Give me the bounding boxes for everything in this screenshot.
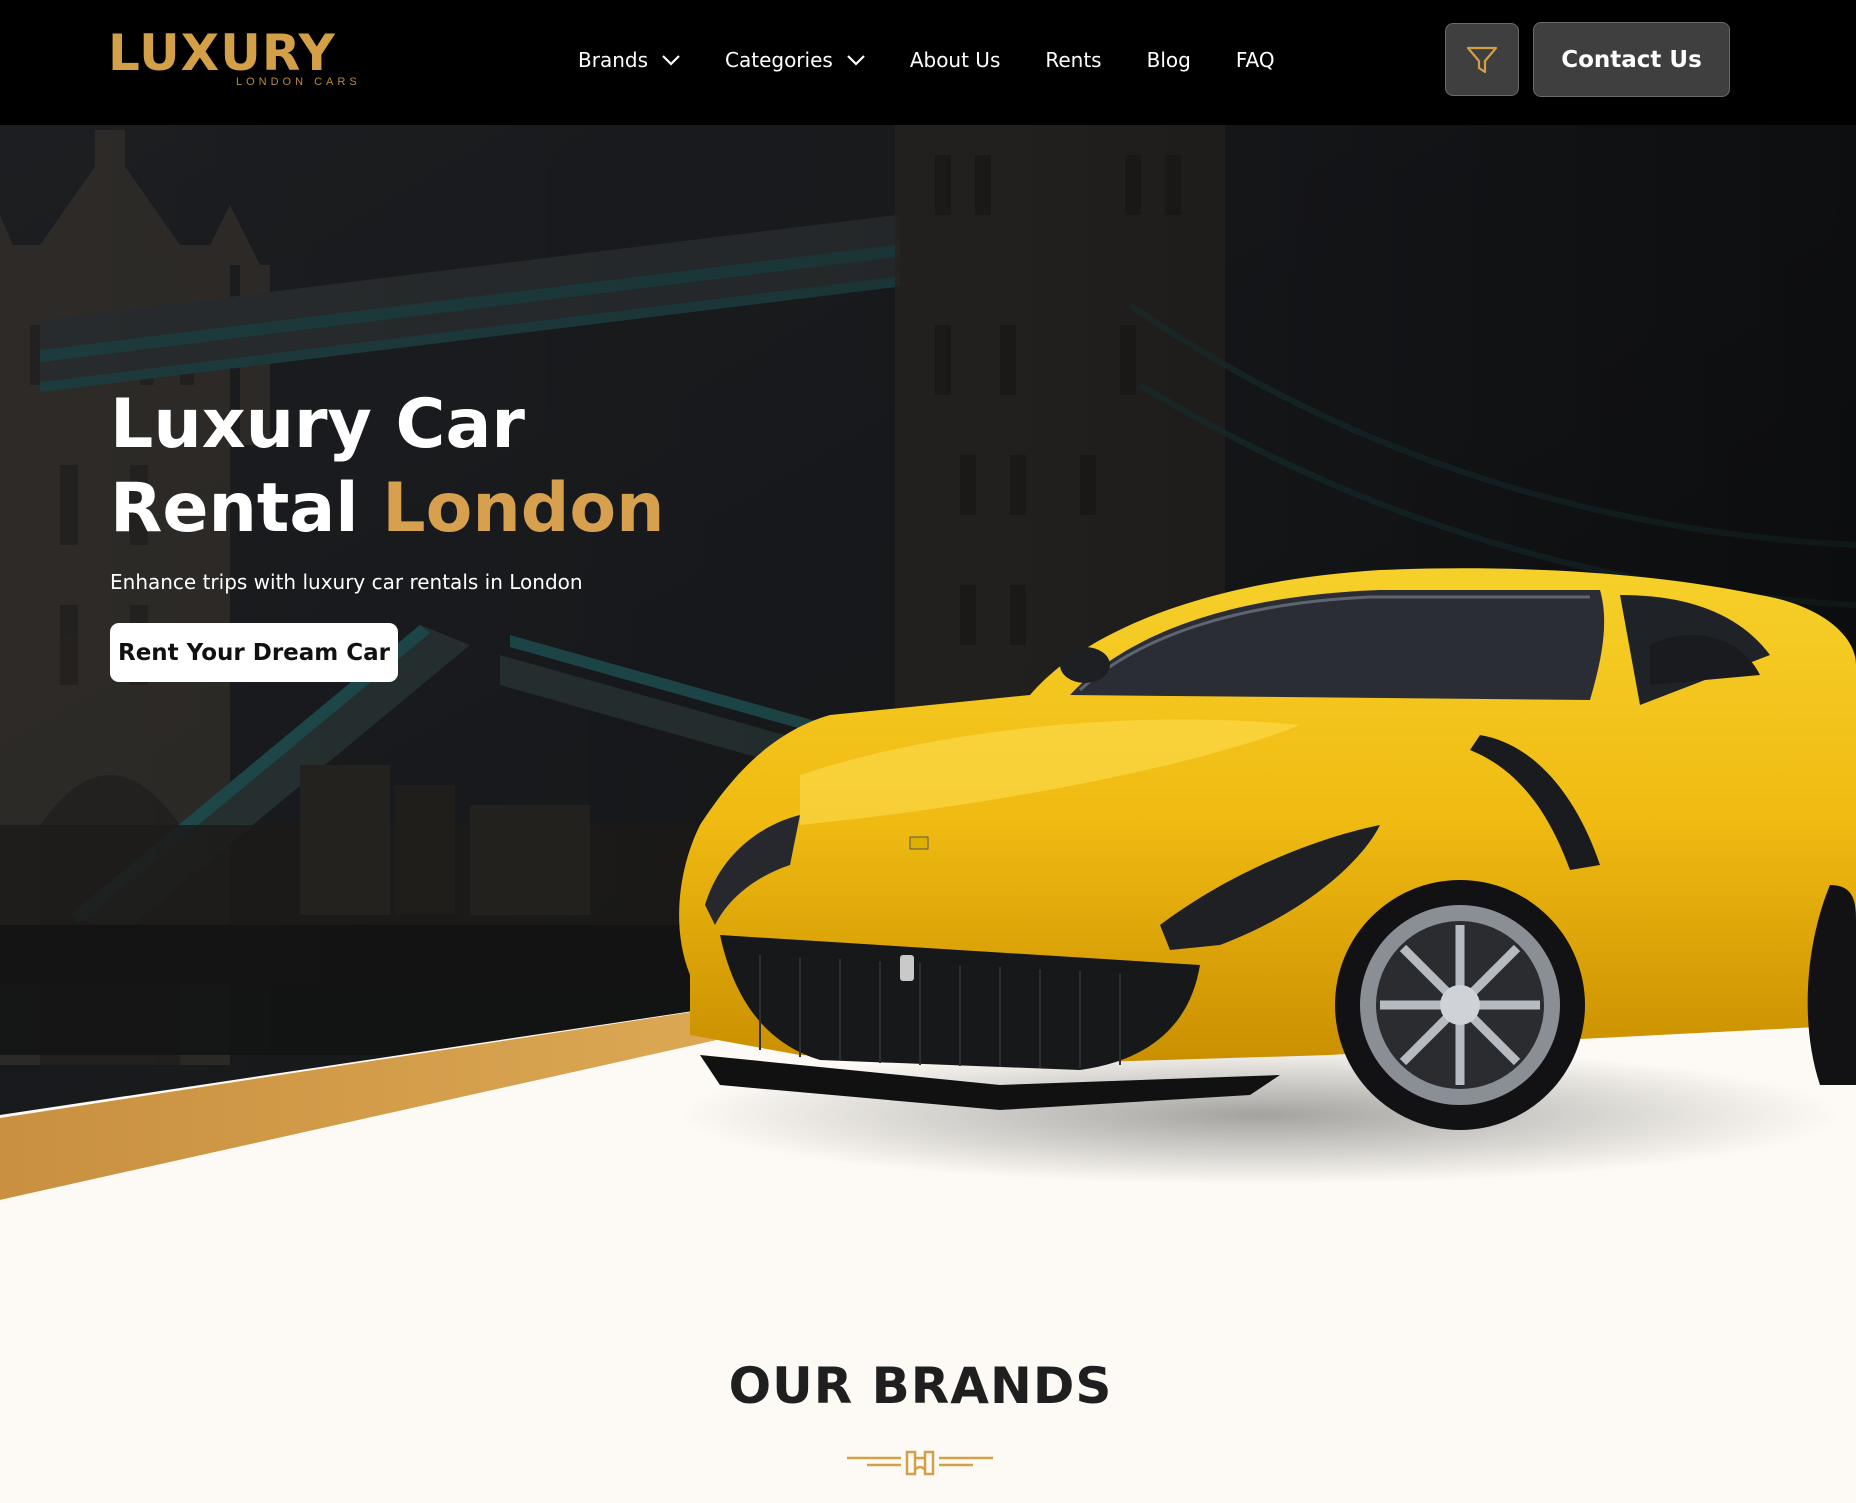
site-logo[interactable]: LUXURY LONDON CARS (108, 28, 368, 90)
filter-icon (1466, 46, 1498, 73)
logo-text: LUXURY (108, 24, 336, 82)
nav-item-rents[interactable]: Rents (1045, 48, 1101, 72)
main-nav: Brands Categories About Us Rents Blog FA… (578, 46, 1320, 74)
hero-section: Luxury Car Rental London Enhance trips w… (0, 125, 1856, 1200)
hero-title-accent: London (382, 469, 665, 548)
chevron-down-icon (662, 54, 680, 66)
nav-item-label: Brands (578, 48, 648, 72)
nav-item-label: Categories (725, 48, 833, 72)
rent-dream-car-button[interactable]: Rent Your Dream Car (110, 623, 398, 682)
nav-item-label: About Us (909, 48, 1001, 72)
logo-subtext: LONDON CARS (236, 76, 361, 88)
hero-title-line1: Luxury Car (110, 385, 525, 464)
nav-item-blog[interactable]: Blog (1147, 48, 1191, 72)
filter-button[interactable] (1445, 23, 1519, 96)
hero-subtitle: Enhance trips with luxury car rentals in… (110, 570, 583, 594)
nav-item-faq[interactable]: FAQ (1236, 48, 1275, 72)
chevron-down-icon (847, 54, 865, 66)
hero-title-line2: Rental (110, 469, 359, 548)
site-header: LUXURY LONDON CARS Brands Categories Abo… (0, 0, 1856, 125)
nav-item-brands[interactable]: Brands (578, 48, 680, 72)
nav-item-label: Rents (1045, 48, 1102, 72)
nav-item-label: FAQ (1235, 48, 1275, 72)
nav-item-label: Blog (1146, 48, 1191, 72)
hero-title: Luxury Car Rental London (110, 383, 665, 551)
nav-item-categories[interactable]: Categories (725, 48, 865, 72)
tower-bridge-icon (847, 1450, 993, 1476)
brands-section-title: OUR BRANDS (728, 1357, 1113, 1415)
nav-item-about-us[interactable]: About Us (910, 48, 1001, 72)
contact-us-button[interactable]: Contact Us (1533, 22, 1730, 97)
